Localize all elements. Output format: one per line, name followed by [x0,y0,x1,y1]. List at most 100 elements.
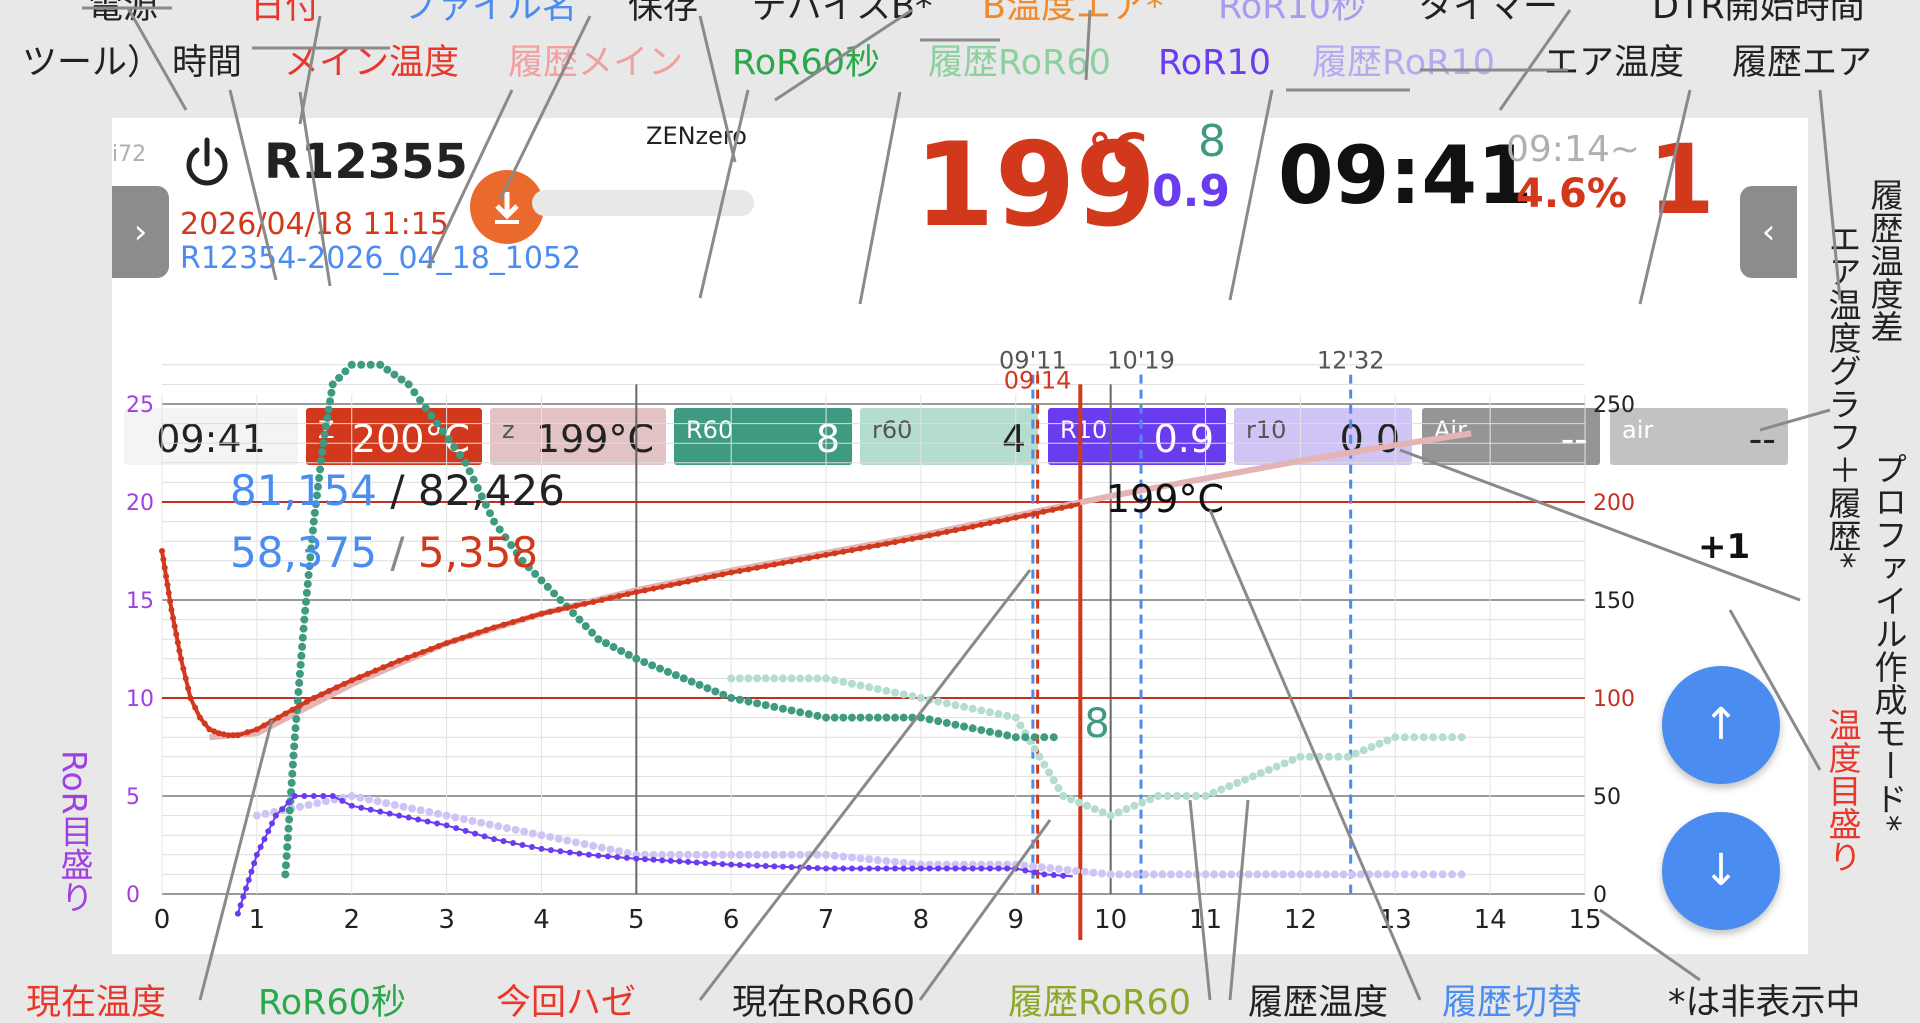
series-point [787,674,796,683]
series-point [909,535,916,542]
series-point [1330,870,1339,879]
series-point [883,865,890,872]
ror-tick-label: 20 [126,491,154,516]
series-point [1272,762,1281,771]
series-point [177,655,184,662]
event-marker-label: 09'14 [1004,366,1072,394]
series-point [663,667,672,676]
series-point [754,862,761,869]
series-point [978,865,985,872]
series-point [240,893,247,900]
series-point [543,582,552,591]
x-tick-label: 11 [1189,905,1222,935]
history-temp-diff: +1 [1698,527,1751,567]
series-point [1391,733,1400,742]
series-point [1141,870,1150,879]
series-point [874,542,881,549]
series-point [977,726,986,735]
series-point [572,602,579,609]
series-point [326,397,335,406]
series-point [908,713,917,722]
series-point [779,863,786,870]
series-point [1339,870,1348,879]
series-point [736,567,743,574]
series-point [1012,865,1019,872]
scroll-up-button[interactable]: ↑ [1662,666,1780,784]
series-point [455,450,464,459]
temp-tick-label: 150 [1593,589,1635,614]
series-point [333,684,340,691]
series-point [299,624,308,633]
x-tick-label: 9 [1008,905,1025,935]
series-point [328,380,337,389]
series-point [556,596,565,604]
series-point [1429,733,1438,742]
series-point [753,699,762,708]
series-point [1060,872,1067,879]
series-point [196,714,203,721]
series-point [300,615,309,624]
series-point [453,825,460,832]
series-point [377,808,384,815]
series-point [1382,870,1391,879]
series-point [192,704,199,711]
series-point [857,865,864,872]
series-point [1322,870,1331,879]
series-point [814,553,821,560]
series-point [243,885,250,892]
series-point [335,373,344,382]
series-point [942,699,951,708]
series-point [468,816,477,825]
series-point [1022,867,1029,874]
series-point [1040,508,1047,515]
series-point [882,857,891,866]
series-point [840,865,847,872]
series-point [467,632,474,639]
series-point [926,865,933,872]
x-tick-label: 15 [1568,905,1601,935]
series-point [380,664,387,671]
series-point [632,654,641,663]
history-switch-button[interactable]: ↓ [1662,812,1780,930]
series-point [528,829,537,838]
series-point [754,564,761,571]
series-point [624,591,631,598]
series-point [814,865,821,872]
series-point [856,681,865,690]
series-point [796,674,805,683]
series-point [1351,749,1360,758]
series-point [1233,778,1242,787]
series-point [856,854,865,863]
series-point [847,679,856,688]
series-point [372,667,379,674]
series-point [357,360,366,369]
series-point [1037,863,1046,872]
series-point [282,710,289,717]
series-point [1343,752,1352,761]
x-tick-label: 1 [249,905,266,935]
series-point [323,414,332,422]
series-point [770,850,779,859]
series-point [1438,870,1447,879]
series-point [804,850,813,859]
series-point [327,388,336,397]
series-point [245,877,252,883]
series-point [830,713,839,722]
series-point [1356,870,1365,879]
series-point [943,528,950,535]
series-point [1253,870,1262,879]
series-point [847,713,856,722]
series-point [318,691,325,698]
series-point [882,686,891,695]
series-point [830,851,839,860]
series-point [320,430,329,439]
series-point [298,642,307,651]
series-point [679,674,688,683]
series-point [684,850,693,859]
current-ror60-chart-label: 8 [1084,701,1109,747]
series-point [386,810,393,817]
series-point [538,610,545,617]
series-point [796,708,805,717]
series-point [710,860,717,867]
series-point [303,698,310,705]
